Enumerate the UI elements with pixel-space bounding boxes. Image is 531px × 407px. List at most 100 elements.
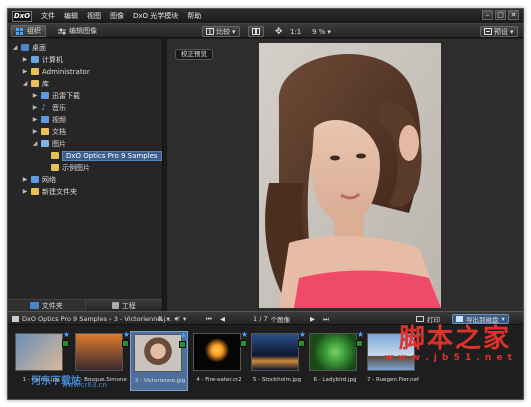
- processed-badge-icon: [62, 340, 69, 347]
- tab-edit-image[interactable]: 编辑图像: [54, 25, 101, 37]
- watermark-site-url: www.cr63.cn: [62, 381, 107, 389]
- main-toolbar: 组织 编辑图像 比较 ▾ ✥ 1:1 9 % ▾ 预设 ▾: [8, 23, 523, 38]
- thumbnail-caption: 3 - Victorienne.jpg: [134, 378, 186, 384]
- folders-tab[interactable]: 文件夹: [8, 300, 86, 311]
- last-image-button[interactable]: ⏭: [323, 314, 329, 324]
- thumbnail-4[interactable]: ★ 4 - Fire-eater.cr2: [190, 331, 248, 391]
- thumbnail-6[interactable]: ★ 6 - Ladybird.jpg: [306, 331, 364, 391]
- pictures-icon: [41, 140, 49, 147]
- zoom-level-select[interactable]: 9 % ▾: [312, 26, 331, 37]
- star-icon[interactable]: ★: [123, 331, 130, 339]
- video-icon: [41, 116, 49, 123]
- menu-image[interactable]: 图像: [110, 11, 124, 21]
- thumbnail-caption: 7 - Ruegen Pier.nef: [367, 377, 419, 383]
- thumbnail-5[interactable]: ★ 5 - Stockholm.jpg: [248, 331, 306, 391]
- tree-item-documents[interactable]: ▶ 文档: [32, 126, 66, 137]
- compare-button[interactable]: 比较 ▾: [202, 26, 240, 37]
- thumbnail-3[interactable]: ★ 3 - Victorienne.jpg: [130, 331, 188, 391]
- correction-preview-button[interactable]: 校正预览: [175, 49, 213, 60]
- tree-item-videos[interactable]: ▶ 视频: [32, 114, 66, 125]
- next-icon: ▶: [310, 315, 315, 323]
- window-controls: – □ ✕: [482, 10, 519, 20]
- compare-icon: [206, 28, 214, 35]
- skip-first-icon: ⏮: [206, 314, 212, 323]
- tree-item-library[interactable]: ◢ 库: [22, 78, 49, 89]
- star-icon[interactable]: ★: [180, 332, 187, 340]
- tree-item-network[interactable]: ▶ 网络: [22, 174, 56, 185]
- preset-button[interactable]: 预设 ▾: [480, 26, 518, 37]
- tree-item-label: 文档: [52, 127, 66, 136]
- watermark-url: w w w . j b 5 1 . n e t: [384, 353, 513, 363]
- projects-tab[interactable]: 工程: [86, 300, 163, 311]
- tree-item-label: 桌面: [32, 43, 46, 52]
- tree-item-downloads[interactable]: ▶ 迅雷下载: [32, 90, 80, 101]
- expand-arrow-icon[interactable]: ▶: [32, 116, 38, 123]
- desktop-icon: [21, 44, 29, 51]
- thumbnail-caption: 4 - Fire-eater.cr2: [196, 377, 242, 383]
- page-label: 个图像: [270, 316, 291, 324]
- menu-view[interactable]: 视图: [87, 11, 101, 21]
- collapse-arrow-icon[interactable]: ◢: [22, 80, 28, 87]
- thumbnail-image: [251, 333, 299, 371]
- next-image-button[interactable]: ▶: [310, 314, 315, 324]
- close-button[interactable]: ✕: [508, 10, 519, 20]
- expand-arrow-icon[interactable]: ▶: [22, 68, 28, 75]
- sort-button[interactable]: ⇅ ▾: [158, 314, 170, 324]
- expand-arrow-icon[interactable]: ▶: [32, 92, 38, 99]
- collapse-arrow-icon[interactable]: ◢: [32, 140, 38, 147]
- minimize-button[interactable]: –: [482, 10, 493, 20]
- pan-tool-button[interactable]: ✥: [275, 26, 283, 37]
- first-image-button[interactable]: ⏮: [206, 314, 212, 324]
- thumbnail-image: [309, 333, 357, 371]
- skip-last-icon: ⏭: [323, 314, 329, 323]
- tree-item-example-pictures[interactable]: 示例图片: [42, 162, 90, 173]
- tree-item-samples[interactable]: DxO Optics Pro 9 Samples: [42, 150, 162, 161]
- collapse-arrow-icon[interactable]: ◢: [12, 44, 18, 51]
- processed-badge-icon: [122, 340, 129, 347]
- tree-item-label: 迅雷下载: [52, 91, 80, 100]
- tree-item-desktop[interactable]: ◢ 桌面: [12, 42, 46, 53]
- tree-item-pictures[interactable]: ◢ 图片: [32, 138, 66, 149]
- star-icon[interactable]: ★: [299, 331, 306, 339]
- tree-item-label: 示例图片: [62, 163, 90, 172]
- music-icon: ♪: [41, 103, 47, 112]
- star-icon[interactable]: ★: [357, 331, 364, 339]
- sliders-icon: [58, 28, 66, 34]
- tab-organize[interactable]: 组织: [11, 25, 46, 37]
- menu-edit[interactable]: 编辑: [64, 11, 78, 21]
- menu-optics-module[interactable]: DxO 光学模块: [133, 11, 178, 21]
- processed-badge-icon: [240, 340, 247, 347]
- breadcrumb[interactable]: DxO Optics Pro 9 Samples › 3 - Victorien…: [12, 314, 178, 324]
- watermark-logo: 脚本之家: [398, 324, 511, 354]
- tree-item-label: 新建文件夹: [42, 187, 77, 196]
- expand-arrow-icon[interactable]: ▶: [22, 176, 28, 183]
- zoom-one-to-one-button[interactable]: 1:1: [290, 26, 301, 37]
- star-icon[interactable]: ★: [63, 331, 70, 339]
- organize-icon: [16, 27, 23, 35]
- tree-item-computer[interactable]: ▶ 计算机: [22, 54, 63, 65]
- move-icon: ✥: [275, 26, 283, 37]
- expand-arrow-icon[interactable]: ▶: [32, 104, 38, 111]
- expand-arrow-icon[interactable]: ▶: [22, 188, 28, 195]
- processed-badge-icon: [356, 340, 363, 347]
- image-viewer: 校正预览: [167, 39, 523, 311]
- expand-arrow-icon[interactable]: ▶: [32, 128, 38, 135]
- tree-item-music[interactable]: ▶ ♪ 音乐: [32, 102, 66, 113]
- thumbnail-image: [193, 333, 241, 371]
- menu-file[interactable]: 文件: [41, 11, 55, 21]
- thumbnail-caption: 6 - Ladybird.jpg: [313, 377, 357, 383]
- expand-arrow-icon[interactable]: ▶: [22, 56, 28, 63]
- previous-image-button[interactable]: ◀: [220, 314, 225, 324]
- tree-item-label: 图片: [52, 139, 66, 148]
- star-icon[interactable]: ★: [241, 331, 248, 339]
- tree-item-administrator[interactable]: ▶ Administrator: [22, 66, 90, 77]
- menu-help[interactable]: 帮助: [187, 11, 201, 21]
- view-mode-button[interactable]: [248, 26, 264, 37]
- document-icon: [41, 128, 49, 135]
- split-view-icon: [252, 28, 260, 35]
- thumbnail-image: [15, 333, 63, 371]
- filter-button[interactable]: Y ▾: [176, 314, 186, 324]
- maximize-button[interactable]: □: [495, 10, 506, 20]
- chevron-down-icon: ▾: [510, 27, 514, 36]
- tree-item-new-folder[interactable]: ▶ 新建文件夹: [22, 186, 77, 197]
